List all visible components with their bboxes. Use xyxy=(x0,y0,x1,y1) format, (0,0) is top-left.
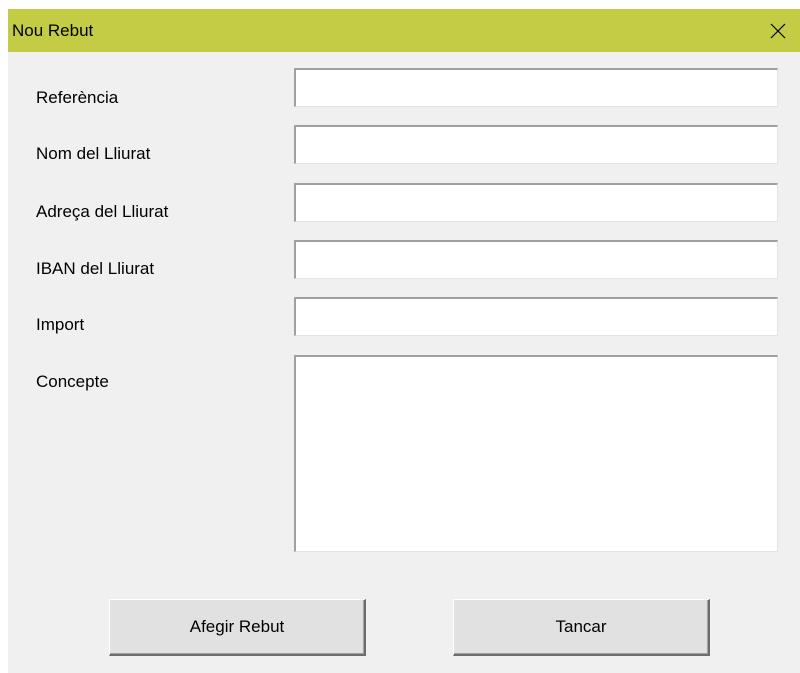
recipient-address-label: Adreça del Lliurat xyxy=(36,202,169,221)
reference-label: Referència xyxy=(36,88,119,107)
window-title: Nou Rebut xyxy=(12,21,94,40)
amount-label: Import xyxy=(36,315,85,334)
recipient-name-label: Nom del Lliurat xyxy=(36,144,151,163)
close-button[interactable]: Tancar xyxy=(453,599,710,656)
recipient-name-input[interactable] xyxy=(294,125,778,164)
close-window-button[interactable] xyxy=(756,9,800,52)
recipient-iban-label: IBAN del Lliurat xyxy=(36,259,155,278)
title-bar[interactable]: Nou Rebut xyxy=(8,9,800,52)
recipient-iban-input[interactable] xyxy=(294,240,778,279)
concept-label: Concepte xyxy=(36,372,109,391)
recipient-address-input[interactable] xyxy=(294,183,778,222)
reference-input[interactable] xyxy=(294,68,778,107)
amount-input[interactable] xyxy=(294,297,778,336)
concept-textarea[interactable] xyxy=(294,355,778,552)
close-button-label: Tancar xyxy=(555,617,607,636)
close-icon xyxy=(770,23,786,38)
add-receipt-button-label: Afegir Rebut xyxy=(189,617,285,636)
dialog-window: Nou Rebut Referència Nom del Lliurat Adr… xyxy=(8,9,800,673)
add-receipt-button[interactable]: Afegir Rebut xyxy=(109,599,366,656)
